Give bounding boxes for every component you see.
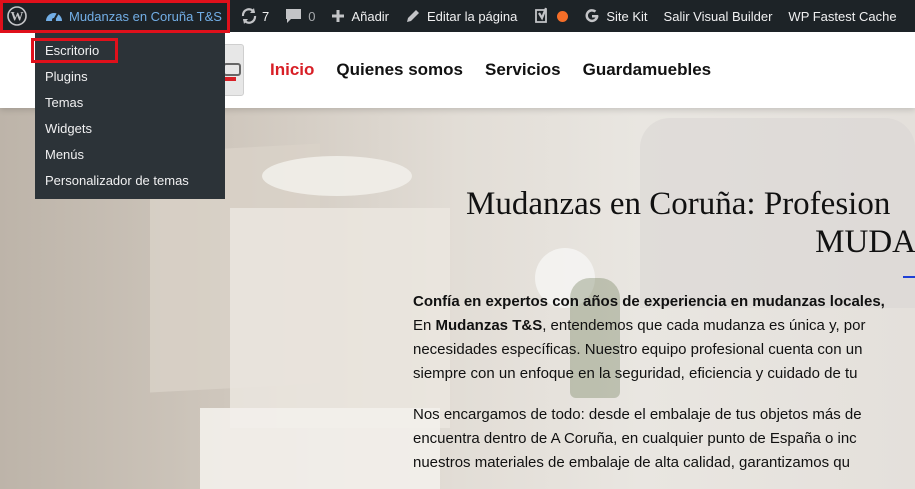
menu-item-temas[interactable]: Temas bbox=[35, 90, 225, 116]
comments-button[interactable]: 0 bbox=[277, 0, 323, 32]
menu-item-personalizador[interactable]: Personalizador de temas bbox=[35, 168, 225, 194]
paragraph-2-line-2: encuentra dentro de A Coruña, en cualqui… bbox=[413, 430, 857, 447]
yoast-menu[interactable] bbox=[525, 0, 576, 32]
company-name: Mudanzas T&S bbox=[435, 317, 543, 334]
wordpress-menu[interactable]: W bbox=[0, 0, 37, 32]
comments-count: 0 bbox=[308, 8, 316, 24]
paragraph-1-line-1: Confía en expertos con años de experienc… bbox=[413, 290, 885, 314]
logo-stripe bbox=[224, 77, 236, 81]
pencil-icon bbox=[405, 8, 421, 24]
nav-item-servicios[interactable]: Servicios bbox=[485, 60, 561, 80]
truck-icon bbox=[223, 63, 241, 76]
paragraph-1-line-2: En Mudanzas T&S, entendemos que cada mud… bbox=[413, 314, 865, 338]
paragraph-1-line-3: necesidades específicas. Nuestro equipo … bbox=[413, 341, 863, 358]
dashboard-icon bbox=[45, 8, 63, 24]
site-name-menu[interactable]: Mudanzas en Coruña T&S bbox=[37, 0, 232, 32]
background-lid bbox=[262, 156, 412, 196]
intro-bold: Confía en expertos con años de experienc… bbox=[413, 293, 885, 310]
menu-item-menus[interactable]: Menús bbox=[35, 142, 225, 168]
paragraph-2-line-1: Nos encargamos de todo: desde el embalaj… bbox=[413, 406, 862, 423]
updates-count: 7 bbox=[261, 8, 270, 24]
edit-page-label: Editar la página bbox=[427, 8, 518, 24]
wordpress-icon: W bbox=[7, 6, 27, 26]
plus-icon bbox=[331, 9, 345, 23]
menu-item-escritorio[interactable]: Escritorio bbox=[35, 38, 225, 64]
intro-rest: , entendemos que cada mudanza es única y… bbox=[542, 317, 866, 334]
svg-text:W: W bbox=[11, 9, 24, 24]
add-new-button[interactable]: Añadir bbox=[323, 0, 397, 32]
exit-visual-builder-button[interactable]: Salir Visual Builder bbox=[656, 0, 781, 32]
nav-item-quienes-somos[interactable]: Quienes somos bbox=[336, 60, 463, 80]
admin-bar: W Mudanzas en Coruña T&S 7 0 Añadir Edit… bbox=[0, 0, 915, 32]
add-new-label: Añadir bbox=[351, 8, 390, 24]
hero-title-line1: Mudanzas en Coruña: Profesion bbox=[466, 186, 891, 222]
site-name-label: Mudanzas en Coruña T&S bbox=[69, 8, 222, 24]
paragraph-2-line-3: nuestros materiales de embalaje de alta … bbox=[413, 454, 850, 471]
yoast-icon bbox=[533, 7, 551, 25]
edit-page-button[interactable]: Editar la página bbox=[397, 0, 525, 32]
hero-title-line2: MUDA bbox=[815, 224, 915, 260]
main-nav: Inicio Quienes somos Servicios Guardamue… bbox=[270, 32, 711, 108]
wp-fastest-cache-menu[interactable]: WP Fastest Cache bbox=[780, 0, 904, 32]
menu-item-widgets[interactable]: Widgets bbox=[35, 116, 225, 142]
google-icon bbox=[584, 8, 600, 24]
nav-item-guardamuebles[interactable]: Guardamuebles bbox=[583, 60, 712, 80]
site-kit-label: Site Kit bbox=[606, 8, 648, 24]
updates-icon bbox=[240, 7, 258, 25]
comment-icon bbox=[285, 8, 302, 24]
paragraph-1-line-4: siempre con un enfoque en la seguridad, … bbox=[413, 365, 858, 382]
exit-visual-builder-label: Salir Visual Builder bbox=[663, 8, 773, 24]
site-name-dropdown: Escritorio Plugins Temas Widgets Menús P… bbox=[35, 32, 225, 199]
seo-status-indicator bbox=[557, 10, 569, 22]
background-box-front bbox=[200, 408, 440, 489]
updates-button[interactable]: 7 bbox=[232, 0, 277, 32]
site-kit-menu[interactable]: Site Kit bbox=[576, 0, 655, 32]
wp-fastest-cache-label: WP Fastest Cache bbox=[788, 8, 897, 24]
nav-item-inicio[interactable]: Inicio bbox=[270, 60, 314, 80]
intro-prefix: En bbox=[413, 317, 436, 334]
menu-item-plugins[interactable]: Plugins bbox=[35, 64, 225, 90]
title-divider bbox=[903, 276, 915, 278]
